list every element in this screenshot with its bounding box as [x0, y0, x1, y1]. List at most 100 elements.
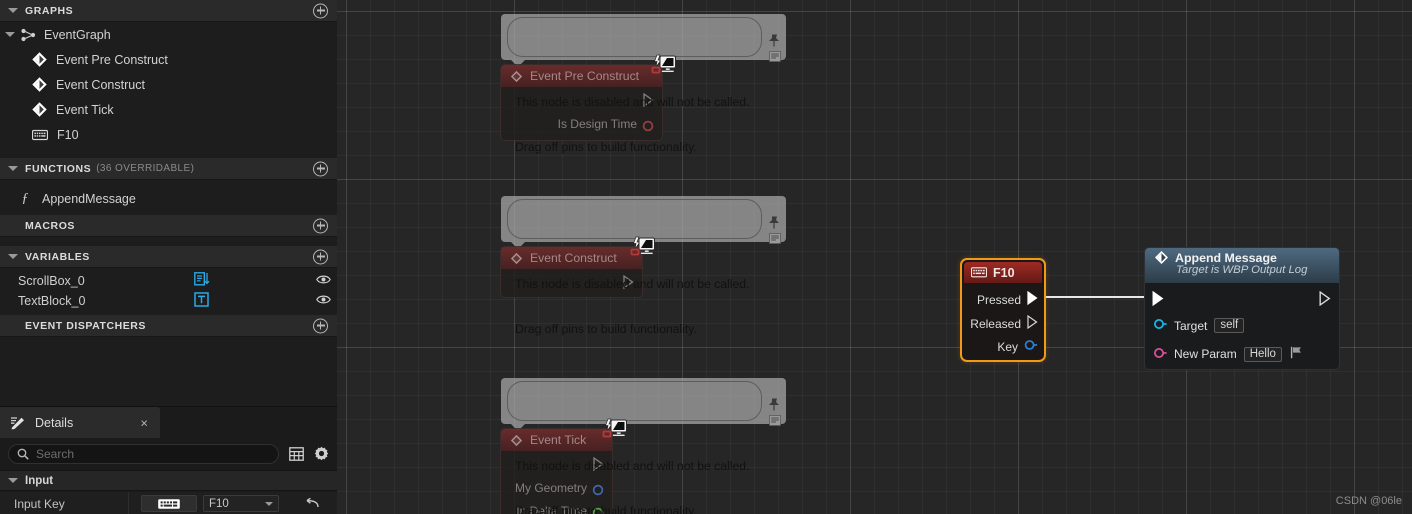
close-icon[interactable]: ×	[140, 416, 148, 429]
pin-new-param[interactable]: New Param Hello	[1153, 346, 1303, 362]
grid-view-icon[interactable]	[289, 446, 304, 461]
chevron-down-icon[interactable]	[8, 254, 18, 259]
section-title: MACROS	[25, 219, 75, 232]
input-key-dropdown[interactable]: F10	[203, 495, 279, 512]
add-graph-button[interactable]	[313, 3, 328, 18]
node-title-bar: Append Message Target is WBP Output Log	[1145, 248, 1339, 283]
section-header-macros[interactable]: MACROS	[0, 215, 337, 237]
pin-value-new-param[interactable]: Hello	[1243, 346, 1282, 362]
pin-label: Target	[1174, 318, 1208, 333]
disabled-note-line-2: Drag off pins to build functionality.	[515, 140, 697, 154]
bubble-outline	[507, 199, 762, 239]
key-out-pin[interactable]	[1024, 339, 1038, 354]
event-diamond-icon	[32, 77, 47, 92]
variable-row-scrollbox[interactable]: ScrollBox_0	[0, 271, 337, 291]
chevron-right-icon[interactable]	[8, 323, 18, 328]
search-icon	[17, 448, 29, 460]
add-function-button[interactable]	[313, 161, 328, 176]
details-category-input[interactable]: Input	[0, 470, 337, 491]
tree-item-event-tick[interactable]: Event Tick	[0, 97, 337, 122]
variable-row-textblock[interactable]: TextBlock_0	[0, 291, 337, 311]
bubble-outline	[507, 17, 762, 57]
reset-arrow-icon[interactable]	[303, 497, 319, 510]
disabled-note-line-1: This node is disabled and will not be ca…	[515, 277, 750, 291]
section-title: EVENT DISPATCHERS	[25, 319, 146, 332]
exec-wire	[1046, 296, 1145, 298]
details-tab[interactable]: Details ×	[0, 407, 160, 438]
node-title: F10	[993, 265, 1015, 280]
text-block-icon	[194, 292, 209, 310]
tree-item-eventgraph[interactable]: EventGraph	[0, 22, 337, 47]
disabled-node-comment-bubble: This node is disabled and will not be ca…	[501, 378, 786, 514]
tree-item-appendmessage[interactable]: ƒ AppendMessage	[0, 186, 337, 211]
details-panel: Details × Search Input Input Key F10	[0, 406, 337, 514]
tree-item-label: F10	[57, 127, 79, 142]
eye-icon[interactable]	[316, 294, 331, 308]
chevron-right-icon[interactable]	[8, 223, 18, 228]
divider	[128, 492, 129, 514]
section-header-variables[interactable]: VARIABLES	[0, 246, 337, 268]
chevron-down-icon[interactable]	[5, 32, 15, 37]
node-append-message[interactable]: Append Message Target is WBP Output Log …	[1144, 247, 1340, 370]
exec-out-pin[interactable]	[1319, 290, 1331, 311]
string-in-pin[interactable]	[1153, 347, 1168, 362]
chevron-down-icon[interactable]	[8, 8, 18, 13]
function-icon: ƒ	[21, 190, 29, 206]
pin-label: Pressed	[976, 292, 1021, 307]
keyboard-icon	[32, 129, 48, 141]
node-f10-input-event[interactable]: F10 Pressed Released Key	[960, 258, 1046, 362]
section-subtitle: (36 OVERRIDABLE)	[96, 163, 195, 174]
flag-icon[interactable]	[1290, 346, 1303, 362]
pin-key[interactable]: Key	[997, 339, 1038, 354]
disabled-note-line-2: Drag off pins to build functionality.	[515, 322, 697, 336]
details-category-label: Input	[25, 474, 54, 487]
variable-label: ScrollBox_0	[18, 274, 85, 288]
chevron-down-icon[interactable]	[8, 166, 18, 171]
section-header-graphs[interactable]: GRAPHS	[0, 0, 337, 22]
exec-out-pin-connected[interactable]	[1027, 290, 1038, 308]
details-row-input-key: Input Key F10	[0, 492, 337, 514]
pin-value-target[interactable]: self	[1214, 318, 1245, 333]
disabled-note-line-2: Drag off pins to build functionality.	[515, 504, 697, 514]
function-diamond-icon	[1154, 250, 1169, 265]
section-header-functions[interactable]: FUNCTIONS (36 OVERRIDABLE)	[0, 158, 337, 180]
tree-item-label: Event Construct	[56, 77, 145, 92]
property-label: Input Key	[14, 496, 65, 511]
add-variable-button[interactable]	[313, 249, 328, 264]
add-macro-button[interactable]	[313, 218, 328, 233]
object-reference-icon	[194, 272, 210, 290]
chevron-down-icon[interactable]	[8, 478, 18, 483]
section-header-event-dispatchers[interactable]: EVENT DISPATCHERS	[0, 315, 337, 337]
tree-item-label: EventGraph	[44, 27, 111, 42]
pin-target[interactable]: Target self	[1153, 318, 1245, 333]
input-key-value: F10	[209, 497, 229, 510]
pin-label: Key	[997, 339, 1018, 354]
tree-item-f10[interactable]: F10	[0, 122, 337, 147]
disabled-node-comment-bubble: This node is disabled and will not be ca…	[501, 14, 786, 154]
disabled-note-line-1: This node is disabled and will not be ca…	[515, 459, 750, 473]
search-input[interactable]: Search	[8, 443, 279, 464]
event-diamond-icon	[32, 52, 47, 67]
search-placeholder: Search	[36, 446, 75, 461]
keyboard-icon	[971, 267, 987, 278]
details-search-bar: Search	[0, 438, 337, 469]
variable-label: TextBlock_0	[18, 294, 86, 308]
pin-pressed[interactable]: Pressed	[976, 290, 1038, 308]
add-event-dispatcher-button[interactable]	[313, 318, 328, 333]
watermark: CSDN @06le	[1335, 495, 1402, 507]
pin-released[interactable]: Released	[970, 314, 1038, 332]
section-title: FUNCTIONS	[25, 162, 92, 175]
exec-out-pin[interactable]	[1027, 314, 1038, 332]
chevron-down-icon	[265, 501, 273, 506]
tree-item-event-pre-construct[interactable]: Event Pre Construct	[0, 47, 337, 72]
keyboard-icon[interactable]	[141, 495, 197, 512]
node-title: Append Message	[1175, 250, 1277, 265]
gear-icon[interactable]	[314, 446, 329, 461]
event-diamond-icon	[32, 102, 47, 117]
tree-item-label: Event Tick	[56, 102, 114, 117]
object-in-pin[interactable]	[1153, 318, 1168, 333]
exec-in-pin[interactable]	[1152, 290, 1164, 311]
tree-item-event-construct[interactable]: Event Construct	[0, 72, 337, 97]
graph-icon	[21, 28, 36, 42]
eye-icon[interactable]	[316, 274, 331, 288]
